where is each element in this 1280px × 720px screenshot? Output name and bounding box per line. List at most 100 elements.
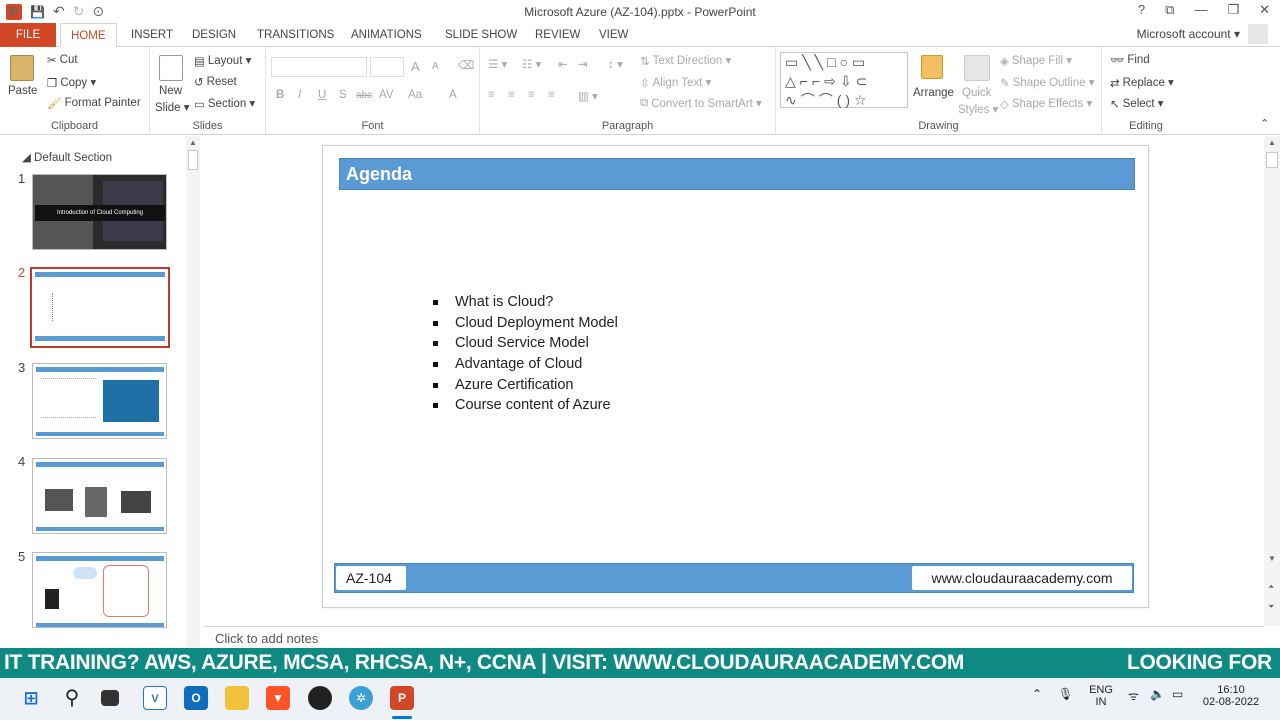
grow-font-button[interactable]: A — [411, 59, 420, 74]
tab-view[interactable]: VIEW — [599, 23, 628, 47]
scroll-up-icon[interactable]: ▲ — [1268, 138, 1276, 147]
obs-icon[interactable] — [308, 686, 332, 710]
file-explorer-icon[interactable] — [225, 686, 249, 710]
shape-outline-button[interactable]: ✎ Shape Outline ▾ — [1000, 75, 1095, 90]
slide-thumbnail-4[interactable] — [32, 458, 167, 534]
font-size-box[interactable] — [370, 57, 404, 77]
windows-start-icon[interactable]: ⊞ — [19, 686, 43, 710]
align-right-icon[interactable]: ≡ — [528, 89, 535, 101]
line-spacing-icon[interactable]: ↕ ▾ — [608, 57, 623, 71]
avatar[interactable] — [1248, 24, 1268, 44]
slide-canvas[interactable]: Agenda What is Cloud? Cloud Deployment M… — [322, 145, 1149, 608]
footer-course-code[interactable]: AZ-104 — [336, 566, 406, 590]
volume-icon[interactable]: 🔈 — [1150, 687, 1165, 701]
section-button[interactable]: ▭ Section ▾ — [194, 96, 255, 111]
cut-button[interactable]: ✂ Cut — [47, 53, 78, 67]
shapes-gallery[interactable]: ▭╲╲□○▭ △⌐⌐⇨⇩⊂ ∿⌒⌒()☆ — [780, 52, 908, 108]
task-view-icon[interactable] — [101, 690, 119, 706]
character-spacing-button[interactable]: AV — [379, 89, 394, 101]
convert-smartart-button[interactable]: ⧉ Convert to SmartArt ▾ — [640, 96, 762, 110]
align-text-button[interactable]: ⇳ Align Text ▾ — [640, 75, 711, 90]
account-name[interactable]: Microsoft account ▾ — [1137, 27, 1240, 41]
tab-animations[interactable]: ANIMATIONS — [351, 23, 422, 47]
outlook-icon[interactable]: O — [184, 686, 208, 710]
text-direction-button[interactable]: ⇅ Text Direction ▾ — [640, 53, 731, 68]
notes-pane[interactable]: Click to add notes — [204, 626, 1264, 648]
quick-styles-button[interactable]: Quick — [962, 87, 991, 99]
next-slide-icon[interactable]: ⏷ — [1268, 602, 1274, 612]
brave-browser-icon[interactable]: ▼ — [266, 686, 290, 710]
font-color-button[interactable]: A — [449, 89, 457, 101]
slide-thumbnail-5[interactable] — [32, 552, 167, 628]
maximize-button[interactable]: ❐ — [1227, 2, 1239, 18]
show-hidden-icons-icon[interactable]: ⌃ — [1032, 687, 1042, 701]
shrink-font-button[interactable]: A — [432, 61, 439, 72]
previous-slide-icon[interactable]: ⏶ — [1268, 582, 1274, 592]
new-slide-dropdown[interactable]: Slide ▾ — [155, 100, 190, 114]
underline-button[interactable]: U — [318, 89, 326, 101]
tab-slide-show[interactable]: SLIDE SHOW — [445, 23, 517, 47]
slide-thumbnail-1[interactable]: Introduction of Cloud Computing — [32, 174, 167, 250]
minimize-button[interactable]: — — [1194, 2, 1207, 18]
shape-fill-button[interactable]: ◈ Shape Fill ▾ — [1000, 53, 1072, 68]
slide-thumbnail-3[interactable] — [32, 363, 167, 439]
collapse-ribbon-icon[interactable]: ⌃ — [1260, 117, 1269, 130]
close-button[interactable]: ✕ — [1259, 2, 1270, 18]
text-shadow-button[interactable]: S — [339, 89, 347, 101]
help-button[interactable]: ? — [1138, 2, 1145, 18]
justify-icon[interactable]: ≡ — [548, 89, 555, 101]
vmware-icon[interactable]: V — [143, 686, 167, 710]
columns-icon[interactable]: ▥ ▾ — [578, 89, 598, 103]
select-button[interactable]: ↖ Select ▾ — [1110, 96, 1164, 111]
wifi-icon[interactable]: ᯤ — [1128, 687, 1139, 704]
paste-button[interactable]: Paste — [8, 85, 37, 97]
increase-indent-icon[interactable]: ⇥ — [578, 57, 588, 71]
strikethrough-button[interactable]: abc — [356, 90, 372, 101]
tab-file[interactable]: FILE — [0, 23, 56, 47]
settings-app-icon[interactable]: ✲ — [349, 686, 373, 710]
tab-home[interactable]: HOME — [60, 23, 117, 48]
align-center-icon[interactable]: ≡ — [508, 89, 515, 101]
copy-button[interactable]: ❐ Copy ▾ — [47, 75, 96, 90]
microphone-icon[interactable]: 🎙 — [1058, 687, 1073, 701]
find-button[interactable]: 👓 Find — [1110, 53, 1150, 67]
section-header[interactable]: ◢ Default Section — [22, 150, 112, 164]
powerpoint-taskbar-icon[interactable]: P — [390, 686, 414, 710]
slide-thumbnail-2[interactable] — [30, 267, 170, 348]
clear-formatting-icon[interactable]: ⌫ — [458, 58, 474, 72]
italic-button[interactable]: I — [298, 89, 301, 101]
bullets-icon[interactable]: ☰ ▾ — [488, 57, 507, 71]
clock[interactable]: 16:10 02-08-2022 — [1198, 684, 1264, 708]
quick-styles-dropdown[interactable]: Styles ▾ — [958, 102, 998, 116]
slide-scrollbar[interactable]: ▲ ▼ ⏶ ⏷ — [1264, 136, 1280, 626]
shape-effects-button[interactable]: ◇ Shape Effects ▾ — [1000, 96, 1092, 111]
reset-button[interactable]: ↺ Reset — [194, 75, 237, 89]
language-indicator[interactable]: ENG IN — [1086, 684, 1116, 708]
change-case-button[interactable]: Aa — [408, 89, 422, 101]
scrollbar-thumb[interactable] — [1266, 152, 1278, 168]
format-painter-button[interactable]: 🖌 Format Painter — [47, 96, 141, 110]
decrease-indent-icon[interactable]: ⇤ — [558, 57, 568, 71]
replace-button[interactable]: ⇄ Replace ▾ — [1110, 75, 1174, 90]
tab-insert[interactable]: INSERT — [131, 23, 173, 47]
scroll-down-icon[interactable]: ▼ — [1268, 554, 1276, 563]
new-slide-button[interactable]: New — [159, 85, 182, 97]
font-name-box[interactable] — [271, 57, 367, 77]
layout-button[interactable]: ▤ Layout ▾ — [194, 53, 251, 68]
slide-title-box[interactable]: Agenda — [339, 158, 1135, 190]
scroll-up-icon[interactable]: ▲ — [189, 138, 197, 147]
search-icon[interactable]: ⚲ — [60, 686, 84, 710]
tab-design[interactable]: DESIGN — [192, 23, 236, 47]
thumbnail-scrollbar[interactable]: ▲ — [186, 136, 200, 648]
footer-website[interactable]: www.cloudauraacademy.com — [912, 566, 1132, 590]
bold-button[interactable]: B — [276, 89, 284, 101]
scrollbar-thumb[interactable] — [188, 150, 198, 170]
tab-review[interactable]: REVIEW — [535, 23, 580, 47]
tab-transitions[interactable]: TRANSITIONS — [257, 23, 334, 47]
bullet-list[interactable]: What is Cloud? Cloud Deployment Model Cl… — [431, 292, 618, 416]
numbering-icon[interactable]: ☷ ▾ — [522, 57, 541, 71]
arrange-button[interactable]: Arrange — [913, 87, 954, 99]
ribbon-display-options-button[interactable]: ⧉ — [1165, 2, 1174, 18]
align-left-icon[interactable]: ≡ — [488, 89, 495, 101]
battery-icon[interactable]: ▭ — [1172, 687, 1183, 701]
